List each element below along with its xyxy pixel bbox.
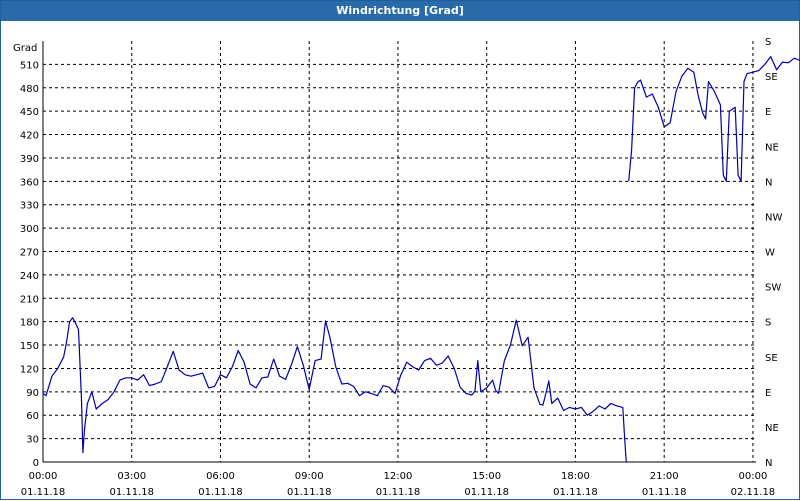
right-tick-label: SE bbox=[765, 72, 778, 83]
x-tick-time: 00:00 bbox=[29, 471, 58, 482]
y-tick-label: 300 bbox=[20, 224, 39, 235]
bottom-tick-labels: 00:00 01.11.18 03:00 01.11.18 06:00 01.11.18 0… bbox=[21, 471, 775, 498]
right-tick-label: S bbox=[765, 318, 771, 329]
y-tick-label: 180 bbox=[20, 318, 39, 329]
y-axis-label: Grad bbox=[13, 43, 37, 54]
x-tick-time: 18:00 bbox=[561, 471, 590, 482]
left-tick-labels: 0 30 60 90 120 150 180 210 240 270 300 330 360 390 420… bbox=[20, 60, 39, 469]
y-tick-label: 420 bbox=[20, 131, 39, 142]
x-tick-time: 09:00 bbox=[295, 471, 324, 482]
y-tick-label: 0 bbox=[33, 458, 39, 469]
x-tick-time: 00:00 bbox=[739, 471, 768, 482]
x-tick-date: 01.11.18 bbox=[553, 487, 598, 498]
x-tick-date: 01.11.18 bbox=[198, 487, 243, 498]
series-line bbox=[42, 317, 627, 463]
x-tick-time: 12:00 bbox=[384, 471, 413, 482]
grid-lines bbox=[42, 41, 756, 463]
y-tick-label: 150 bbox=[20, 341, 39, 352]
y-tick-label: 30 bbox=[26, 435, 39, 446]
right-tick-label: W bbox=[765, 248, 775, 259]
x-tick-date: 01.11.18 bbox=[642, 487, 687, 498]
x-tick-date: 01.11.18 bbox=[109, 487, 154, 498]
right-tick-label: N bbox=[765, 177, 772, 188]
y-tick-label: 210 bbox=[20, 294, 39, 305]
x-tick-time: 03:00 bbox=[117, 471, 146, 482]
x-tick-time: 06:00 bbox=[206, 471, 235, 482]
x-tick-time: 21:00 bbox=[650, 471, 679, 482]
x-tick-date: 02.11.18 bbox=[731, 487, 776, 498]
x-tick-date: 01.11.18 bbox=[21, 487, 66, 498]
y-tick-label: 330 bbox=[20, 201, 39, 212]
y-tick-label: 360 bbox=[20, 177, 39, 188]
y-tick-label: 390 bbox=[20, 154, 39, 165]
right-tick-label: N bbox=[765, 458, 772, 469]
y-tick-label: 60 bbox=[26, 411, 39, 422]
right-tick-label: S bbox=[765, 37, 771, 48]
x-tick-date: 01.11.18 bbox=[287, 487, 332, 498]
right-tick-label: SE bbox=[765, 353, 778, 364]
right-tick-label: NE bbox=[765, 423, 779, 434]
right-tick-label: NW bbox=[765, 212, 782, 223]
series-lines bbox=[42, 55, 800, 463]
x-tick-time: 15:00 bbox=[472, 471, 501, 482]
right-tick-label: E bbox=[765, 107, 771, 118]
y-tick-label: 240 bbox=[20, 271, 39, 282]
y-tick-label: 90 bbox=[26, 388, 39, 399]
right-tick-label: NE bbox=[765, 142, 779, 153]
x-tick-date: 01.11.18 bbox=[464, 487, 509, 498]
y-tick-label: 120 bbox=[20, 364, 39, 375]
x-tick-date: 01.11.18 bbox=[376, 487, 421, 498]
right-tick-label: SW bbox=[765, 283, 781, 294]
wind-direction-chart: Grad 0 30 60 90 120 150 180 210 240 270 300 330 360 3… bbox=[13, 37, 800, 498]
y-tick-label: 510 bbox=[20, 60, 39, 71]
y-tick-label: 450 bbox=[20, 107, 39, 118]
y-tick-label: 480 bbox=[20, 84, 39, 95]
y-tick-label: 270 bbox=[20, 248, 39, 259]
right-tick-label: E bbox=[765, 388, 771, 399]
chart-window: Windrichtung [Grad] Grad 0 30 60 90 120 150 18… bbox=[0, 0, 800, 500]
right-tick-labels: N NE E SE S SW W NW N NE E SE S bbox=[765, 37, 782, 469]
